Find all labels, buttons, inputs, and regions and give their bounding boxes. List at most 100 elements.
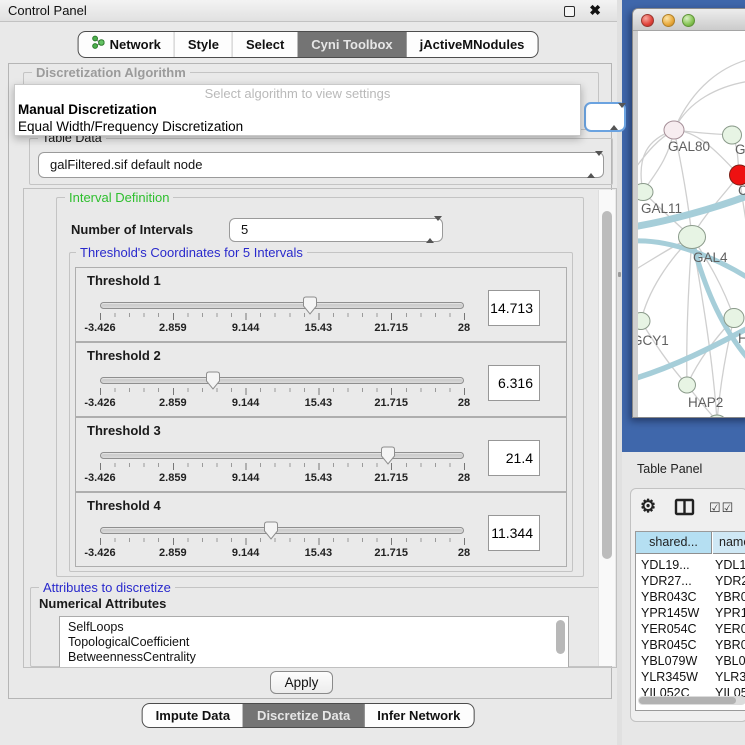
slider-track[interactable] <box>100 302 464 309</box>
interval-definition-group: Interval Definition Number of Intervals … <box>56 197 584 577</box>
panel-title: Control Panel <box>8 0 87 22</box>
tab-label: Network <box>110 33 161 57</box>
table-row[interactable]: YER054CYER05 <box>636 621 745 637</box>
threshold-4-slider[interactable]: -3.426 2.859 9.144 15.43 21.715 28 <box>100 527 464 565</box>
threshold-1-value-field[interactable]: 14.713 <box>488 290 540 326</box>
settings-scrollbar[interactable] <box>598 190 615 666</box>
network-view-window[interactable]: GAL80 GA C GAL11 GAL4 GCY1 H HAP2 <box>632 8 745 418</box>
list-item[interactable]: BetweennessCentrality <box>60 650 568 665</box>
dropdown-option-equal-width[interactable]: Equal Width/Frequency Discretization <box>18 119 243 134</box>
table-row[interactable]: YLR345WYLR34 <box>636 669 745 685</box>
select-columns-icon[interactable]: ☑☑ <box>709 500 734 516</box>
tab-style[interactable]: Style <box>174 32 232 57</box>
table-panel-title: Table Panel <box>637 462 702 476</box>
slider-thumb[interactable] <box>380 446 395 470</box>
minimize-traffic-light[interactable] <box>662 14 675 27</box>
zoom-traffic-light[interactable] <box>682 14 695 27</box>
column-layout-icon[interactable] <box>674 498 695 521</box>
combo-spinner[interactable] <box>587 156 595 174</box>
node-gal11[interactable] <box>638 184 653 201</box>
node-label: GA <box>735 142 745 157</box>
threshold-3-panel: Threshold 3 -3.426 2.859 9.144 <box>75 417 567 492</box>
table-row[interactable]: YPR145WYPR14 <box>636 605 745 621</box>
gear-icon[interactable]: ⚙ <box>640 496 656 517</box>
threshold-1-slider[interactable]: -3.426 2.859 9.144 15.43 21.715 28 <box>100 302 464 340</box>
node-gal80[interactable] <box>664 121 684 139</box>
network-icon <box>92 33 105 57</box>
node-h[interactable] <box>724 309 744 328</box>
tab-cyni-toolbox[interactable]: Cyni Toolbox <box>297 32 405 57</box>
threshold-3-value-field[interactable]: 21.4 <box>488 440 540 476</box>
numerical-attributes-label: Numerical Attributes <box>39 596 166 611</box>
column-header-shared-name[interactable]: shared... <box>636 532 712 554</box>
node-label: HAP2 <box>688 395 723 410</box>
threshold-4-label: Threshold 4 <box>87 498 161 513</box>
table-panel: Table Panel ⚙ ☑☑ shared... name YDL <box>622 452 745 745</box>
control-panel: Control Panel ✖ Network Style Select Cyn… <box>0 0 617 745</box>
network-window-titlebar[interactable] <box>633 9 745 31</box>
node-label: GAL11 <box>641 201 682 216</box>
table-data-combo[interactable]: galFiltered.sif default node <box>38 152 604 178</box>
list-item[interactable]: TopologicalCoefficient <box>60 635 568 650</box>
thresholds-group: Threshold's Coordinates for 5 Intervals … <box>69 252 573 572</box>
node-bottom-partial[interactable] <box>707 415 727 418</box>
attributes-list: SelfLoops TopologicalCoefficient Between… <box>59 616 569 668</box>
thresholds-group-title: Threshold's Coordinates for 5 Intervals <box>76 245 307 260</box>
threshold-3-slider[interactable]: -3.426 2.859 9.144 15.43 21.715 28 <box>100 452 464 490</box>
slider-thumb[interactable] <box>303 296 318 320</box>
threshold-2-slider[interactable]: -3.426 2.859 9.144 15.43 21.715 28 <box>100 377 464 415</box>
node-gcy1[interactable] <box>638 313 650 330</box>
node-gal4[interactable] <box>679 226 706 249</box>
interval-definition-title: Interval Definition <box>65 190 173 205</box>
scrollbar-thumb[interactable] <box>639 697 736 704</box>
combo-spinner[interactable] <box>610 108 618 126</box>
slider-thumb[interactable] <box>264 521 279 545</box>
network-canvas[interactable]: GAL80 GA C GAL11 GAL4 GCY1 H HAP2 <box>638 31 745 418</box>
column-header-name[interactable]: name <box>713 532 745 554</box>
table-hscrollbar[interactable] <box>638 696 745 705</box>
slider-track[interactable] <box>100 527 464 534</box>
node-label: C <box>738 183 745 198</box>
node-label: GAL4 <box>693 250 728 265</box>
tab-network[interactable]: Network <box>79 32 174 57</box>
num-intervals-value: 5 <box>241 219 248 241</box>
dropdown-option-manual[interactable]: Manual Discretization <box>18 102 157 117</box>
table-row[interactable]: YBR043CYBR04 <box>636 589 745 605</box>
table-row[interactable]: YDR27...YDR27 <box>636 573 745 589</box>
combo-spinner[interactable] <box>426 221 434 239</box>
table-row[interactable]: YDL19...YDL19 <box>636 557 745 573</box>
scrollbar-thumb[interactable] <box>602 211 612 559</box>
list-scrollbar[interactable] <box>556 620 565 654</box>
node-red-selected[interactable] <box>730 165 745 185</box>
tab-discretize-data[interactable]: Discretize Data <box>243 704 363 727</box>
threshold-2-value-field[interactable]: 6.316 <box>488 365 540 401</box>
node-hap2[interactable] <box>679 377 696 393</box>
tab-infer-network[interactable]: Infer Network <box>363 704 473 727</box>
threshold-4-value-field[interactable]: 11.344 <box>488 515 540 551</box>
node-table: shared... name YDL19...YDL19 YDR27...YDR… <box>635 531 745 711</box>
float-window-icon[interactable] <box>564 6 575 17</box>
slider-track[interactable] <box>100 452 464 459</box>
threshold-1-panel: Threshold 1 -3.426 2.859 9.144 <box>75 267 567 342</box>
discretization-group-title: Discretization Algorithm <box>32 65 190 80</box>
tab-select[interactable]: Select <box>232 32 297 57</box>
threshold-2-label: Threshold 2 <box>87 348 161 363</box>
table-row[interactable]: YBL079WYBL07 <box>636 653 745 669</box>
node-label: GCY1 <box>638 333 669 348</box>
slider-track[interactable] <box>100 377 464 384</box>
num-intervals-combo[interactable]: 5 <box>229 218 443 242</box>
close-icon[interactable]: ✖ <box>589 2 601 19</box>
table-panel-body: ⚙ ☑☑ shared... name YDL19...YDL19 YDR27.… <box>630 488 745 722</box>
algorithm-combo-focused[interactable] <box>584 102 626 132</box>
top-tab-bar: Network Style Select Cyni Toolbox jActiv… <box>78 31 539 58</box>
network-graph: GAL80 GA C GAL11 GAL4 GCY1 H HAP2 <box>638 31 745 418</box>
tab-jactivemnodules[interactable]: jActiveMNodules <box>406 32 538 57</box>
node-label: GAL80 <box>668 139 710 154</box>
apply-button[interactable]: Apply <box>270 671 333 694</box>
close-traffic-light[interactable] <box>641 14 654 27</box>
table-row[interactable]: YBR045CYBR04 <box>636 637 745 653</box>
list-item[interactable]: SelfLoops <box>60 620 568 635</box>
slider-thumb[interactable] <box>205 371 220 395</box>
table-toolbar: ⚙ ☑☑ <box>631 489 745 529</box>
tab-impute-data[interactable]: Impute Data <box>143 704 243 727</box>
